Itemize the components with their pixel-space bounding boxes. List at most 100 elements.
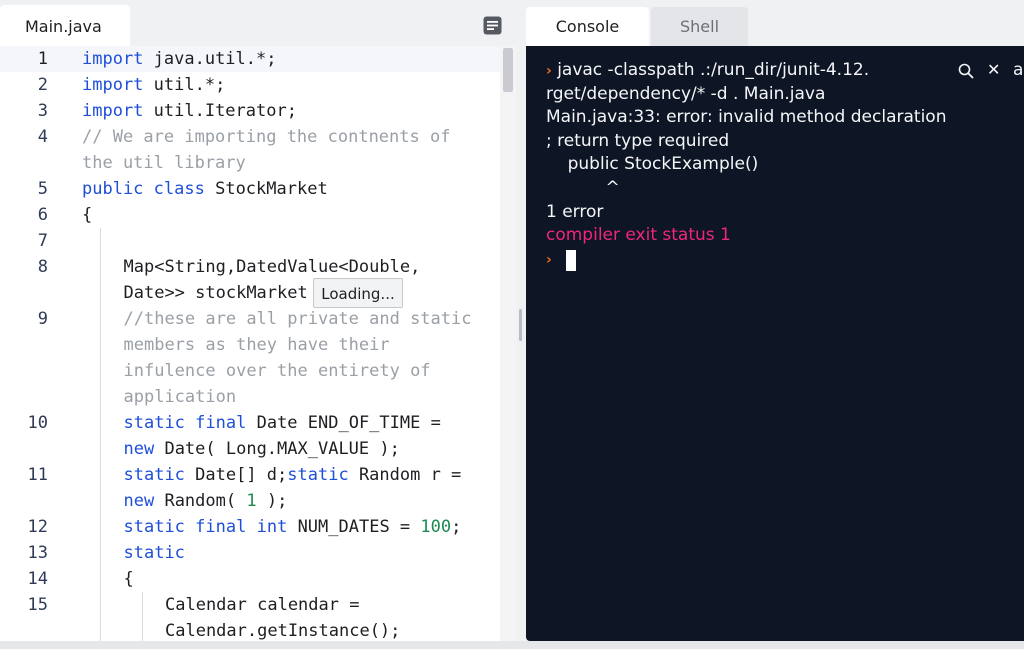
console-line: rget/dependency/* -d . Main.java (546, 82, 825, 106)
console-line: ^ (546, 176, 619, 200)
console-line: 1 error (546, 200, 603, 224)
code-line: import java.util.*; (82, 46, 276, 72)
tab-console[interactable]: Console (526, 7, 649, 46)
line-number (0, 436, 48, 462)
editor-tab-bar: Main.java (0, 0, 516, 46)
code-token: public (82, 179, 144, 199)
line-number (0, 488, 48, 514)
tab-shell[interactable]: Shell (651, 7, 748, 46)
terminal-cursor (566, 250, 576, 271)
code-line: { (124, 566, 134, 592)
line-number (0, 384, 48, 410)
close-icon[interactable]: ✕ (987, 60, 1001, 80)
code-token: Calendar.getInstance(); (165, 621, 401, 641)
code-token: //these are all private and static (123, 309, 472, 329)
search-icon[interactable] (958, 63, 974, 79)
console-text: ; return type required (546, 130, 730, 151)
code-line: Map<String,DatedValue<Double, (124, 254, 421, 280)
line-number (0, 280, 48, 306)
code-token: new (123, 439, 155, 459)
line-number (0, 618, 48, 641)
code-line: Date>> stockMarket (124, 280, 308, 306)
console-line: public StockExample() (546, 152, 759, 176)
console-line: compiler exit status 1 (546, 223, 731, 247)
console-text: rget/dependency/* -d . Main.java (546, 83, 826, 104)
code-token: // We are importing the contnents of (82, 127, 451, 147)
bottom-status-strip (0, 641, 1024, 649)
code-token: { (82, 205, 93, 225)
file-tab-label: Main.java (25, 17, 102, 36)
code-line: public class StockMarket (82, 176, 328, 202)
line-number: 3 (37, 101, 48, 121)
line-number: 14 (27, 569, 48, 589)
code-line: new Random( 1 ); (124, 488, 288, 514)
code-token: util.Iterator; (143, 101, 297, 121)
code-token: class (153, 179, 205, 199)
console-text: compiler exit status 1 (546, 225, 731, 246)
code-token: 1 (246, 491, 257, 511)
loading-tooltip: Loading... (313, 278, 403, 308)
code-line: Calendar.getInstance(); (165, 618, 400, 641)
editor-scroll-thumb[interactable] (503, 48, 513, 92)
code-token: members as they have their (123, 335, 390, 355)
line-number: 10 (27, 413, 48, 433)
code-line: import util.*; (82, 72, 225, 98)
code-line: // We are importing the contnents of (82, 124, 450, 150)
line-number (0, 150, 48, 176)
line-number: 13 (27, 543, 48, 563)
code-token: static (287, 465, 349, 485)
code-token: { (123, 569, 134, 589)
code-token: the util library (82, 153, 246, 173)
code-line: the util library (82, 150, 246, 176)
console-output[interactable]: › javac -classpath .:/run_dir/junit-4.12… (526, 46, 1024, 641)
indent-guide (142, 592, 143, 641)
code-line: application (124, 384, 237, 410)
console-text: javac -classpath .:/run_dir/junit-4.12. (557, 60, 870, 80)
console-line: › javac -classpath .:/run_dir/junit-4.12… (546, 58, 869, 82)
line-number: 7 (37, 231, 48, 251)
editor-scrollbar[interactable] (500, 46, 516, 641)
code-line: static final Date END_OF_TIME = (124, 410, 441, 436)
line-number: 12 (27, 517, 48, 537)
code-editor[interactable]: 1 2 3 4 5 6 7 8 9 10 11 12 13 14 15 import java.util.*… (0, 46, 500, 641)
prompt-chevron-icon: › (546, 251, 552, 268)
code-token: ); (256, 491, 288, 511)
prompt-chevron-icon: › (546, 63, 552, 79)
code-line: { (82, 202, 92, 228)
line-number: 1 (37, 49, 48, 69)
code-line: new Date( Long.MAX_VALUE ); (124, 436, 400, 462)
line-number: 4 (37, 127, 48, 147)
code-token: static (123, 517, 185, 537)
code-line: members as they have their (124, 332, 390, 358)
line-number: 5 (37, 179, 48, 199)
code-token: final (195, 413, 247, 433)
code-token: static (123, 543, 185, 563)
document-lines-icon[interactable] (483, 16, 502, 35)
indent-guide (100, 228, 101, 641)
code-token: static (123, 413, 185, 433)
line-number (0, 358, 48, 384)
code-line: import util.Iterator; (82, 98, 297, 124)
console-line: ; return type required (546, 129, 729, 153)
code-token: import (82, 75, 144, 95)
code-token: static (123, 465, 185, 485)
panel-resize-handle[interactable] (519, 309, 522, 341)
code-token: infulence over the entirety of (123, 361, 431, 381)
code-line: static (124, 540, 185, 566)
file-tab-main-java[interactable]: Main.java (0, 5, 130, 46)
console-text: 1 error (546, 201, 604, 222)
console-line: › (546, 247, 557, 271)
code-token: Date END_OF_TIME = (246, 413, 441, 433)
line-number: 9 (37, 309, 48, 329)
code-token: int (256, 517, 288, 537)
code-token: application (123, 387, 237, 407)
code-token: Random r = (348, 465, 462, 485)
code-line: //these are all private and static (124, 306, 472, 332)
line-number: 8 (37, 257, 48, 277)
code-token: Map<String,DatedValue<Double, (123, 257, 421, 277)
code-token: import (82, 49, 144, 69)
console-line: Main.java:33: error: invalid method decl… (546, 105, 946, 129)
code-token: ; (451, 517, 462, 537)
